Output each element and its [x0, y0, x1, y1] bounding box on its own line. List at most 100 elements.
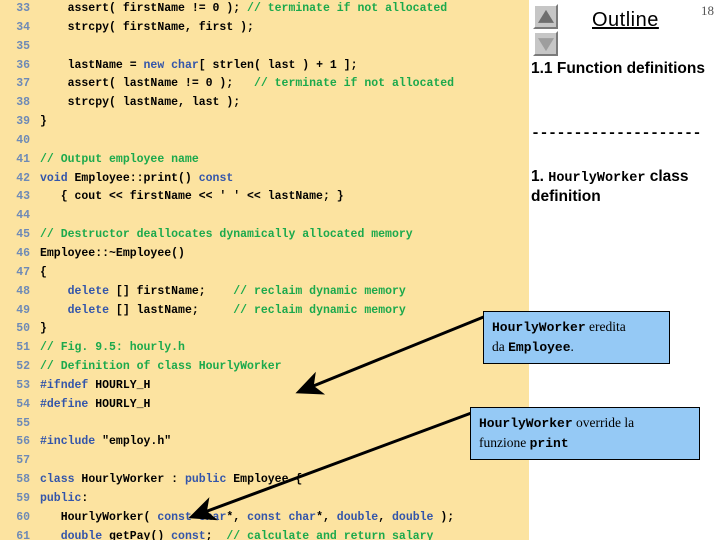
code-token-kw: delete: [67, 284, 110, 298]
code-text: Employee::~Employee(): [40, 245, 185, 264]
line-number: 53: [16, 378, 30, 392]
code-line: 39}: [0, 113, 529, 132]
code-token-kw: public: [184, 473, 234, 487]
callout-override-function: print: [529, 436, 569, 451]
code-line: 53 #ifndef HOURLY_H: [0, 377, 529, 396]
code-text: // Destructor deallocates dynamically al…: [40, 226, 413, 245]
line-number: 39: [16, 115, 30, 129]
code-text: // Definition of class HourlyWorker: [40, 358, 282, 377]
code-token-plain: [] lastName;: [109, 303, 234, 317]
callout-inherit-class: HourlyWorker: [492, 320, 586, 335]
line-number: 60: [16, 510, 30, 524]
code-line: 60 HourlyWorker( const char*, const char…: [0, 509, 529, 528]
code-token-kw: class: [40, 473, 82, 487]
code-token-plain: lastName =: [40, 58, 144, 72]
code-line: 52 // Definition of class HourlyWorker: [0, 358, 529, 377]
code-token-plain: "employ.h": [95, 435, 172, 449]
code-line: 36 lastName = new char[ strlen( last ) +…: [0, 57, 529, 76]
code-token-pp: #ifndef: [40, 378, 89, 392]
code-token-plain: {: [40, 265, 47, 279]
line-number: 42: [16, 171, 30, 185]
line-number: 61: [16, 529, 30, 540]
code-token-plain: HOURLY_H: [88, 397, 151, 411]
code-token-kw: double: [392, 510, 434, 524]
line-number: 38: [16, 96, 30, 110]
code-token-plain: }: [40, 322, 47, 336]
line-number: 51: [16, 341, 30, 355]
code-text: double getPay() const; // calculate and …: [40, 528, 434, 540]
code-token-cmt: // reclaim dynamic memory: [233, 284, 406, 298]
outline-separator: --------------------: [531, 125, 702, 142]
code-token-plain: getPay(): [109, 529, 172, 540]
code-token-plain: :: [81, 491, 89, 505]
code-token-kw: public: [40, 491, 82, 505]
code-text: }: [40, 113, 47, 132]
code-line: 35: [0, 38, 529, 57]
code-token-plain: ;: [205, 529, 227, 540]
code-token-cmt: // Fig. 9.5: hourly.h: [40, 341, 185, 355]
line-number: 45: [16, 228, 30, 242]
code-line: 55: [0, 415, 529, 434]
code-line: 48 delete [] firstName; // reclaim dynam…: [0, 283, 529, 302]
code-text: assert( lastName != 0 ); // terminate if…: [40, 75, 454, 94]
code-line: 54 #define HOURLY_H: [0, 396, 529, 415]
code-text: class HourlyWorker : public Employee {: [40, 471, 302, 490]
code-text: #define HOURLY_H: [40, 396, 150, 415]
triangle-down-icon: [537, 37, 554, 51]
code-line: 47 {: [0, 264, 529, 283]
code-text: public:: [40, 490, 88, 509]
line-number: 48: [16, 284, 30, 298]
code-line: 49 delete [] lastName; // reclaim dynami…: [0, 302, 529, 321]
code-line: 42 void Employee::print() const: [0, 170, 529, 189]
line-number: 41: [16, 152, 30, 166]
line-number: 33: [16, 2, 30, 15]
code-token-plain: Employee::print(): [74, 171, 199, 185]
code-text: #ifndef HOURLY_H: [40, 377, 150, 396]
code-line: 38 strcpy( lastName, last );: [0, 94, 529, 113]
line-number: 34: [16, 20, 30, 34]
line-number: 44: [16, 209, 30, 223]
nav-down-button[interactable]: [533, 31, 558, 56]
code-token-kw: void: [40, 171, 75, 185]
outline-title: Outline: [592, 9, 659, 31]
code-token-cmt: // reclaim dynamic memory: [233, 303, 406, 317]
outline-item-hourlyworker-class-definition[interactable]: 1. HourlyWorker class definition: [531, 168, 719, 205]
code-token-kw: delete: [67, 303, 110, 317]
code-line: 37 assert( lastName != 0 ); // terminate…: [0, 75, 529, 94]
code-token-kw: double: [336, 510, 379, 524]
code-token-plain: [ strlen( last ) + 1 ];: [198, 58, 358, 72]
code-token-plain: assert( lastName != 0 );: [40, 77, 254, 91]
line-number: 59: [16, 491, 30, 505]
code-line: 44: [0, 207, 529, 226]
outline-item-prefix: 1.: [531, 168, 549, 185]
nav-up-button[interactable]: [533, 4, 558, 29]
code-token-cmt: // Destructor deallocates dynamically al…: [40, 228, 413, 242]
code-token-plain: HOURLY_H: [88, 378, 151, 392]
code-token-plain: HourlyWorker :: [81, 473, 185, 487]
line-number: 56: [16, 435, 30, 449]
code-token-plain: );: [433, 510, 455, 524]
code-token-cmt: // Output employee name: [40, 152, 199, 166]
code-token-kw: const char: [157, 510, 227, 524]
code-token-kw: const: [171, 529, 206, 540]
code-text: lastName = new char[ strlen( last ) + 1 …: [40, 57, 358, 76]
code-line: 57: [0, 452, 529, 471]
code-line: 45 // Destructor deallocates dynamically …: [0, 226, 529, 245]
code-token-kw: const char: [247, 510, 317, 524]
code-line: 34 strcpy( firstName, first );: [0, 19, 529, 38]
line-number: 37: [16, 77, 30, 91]
outline-item-function-definitions[interactable]: 1.1 Function definitions: [531, 60, 719, 78]
code-text: {: [40, 264, 47, 283]
code-text: HourlyWorker( const char*, const char*, …: [40, 509, 454, 528]
line-number: 58: [16, 473, 30, 487]
code-text: void Employee::print() const: [40, 170, 233, 189]
code-line: 43 { cout << firstName << ' ' << lastNam…: [0, 188, 529, 207]
code-token-plain: *,: [226, 510, 248, 524]
line-number: 54: [16, 397, 30, 411]
code-token-kw: double: [60, 529, 110, 540]
line-number: 36: [16, 58, 30, 72]
code-token-plain: { cout << firstName << ' ' << lastName; …: [40, 190, 344, 204]
